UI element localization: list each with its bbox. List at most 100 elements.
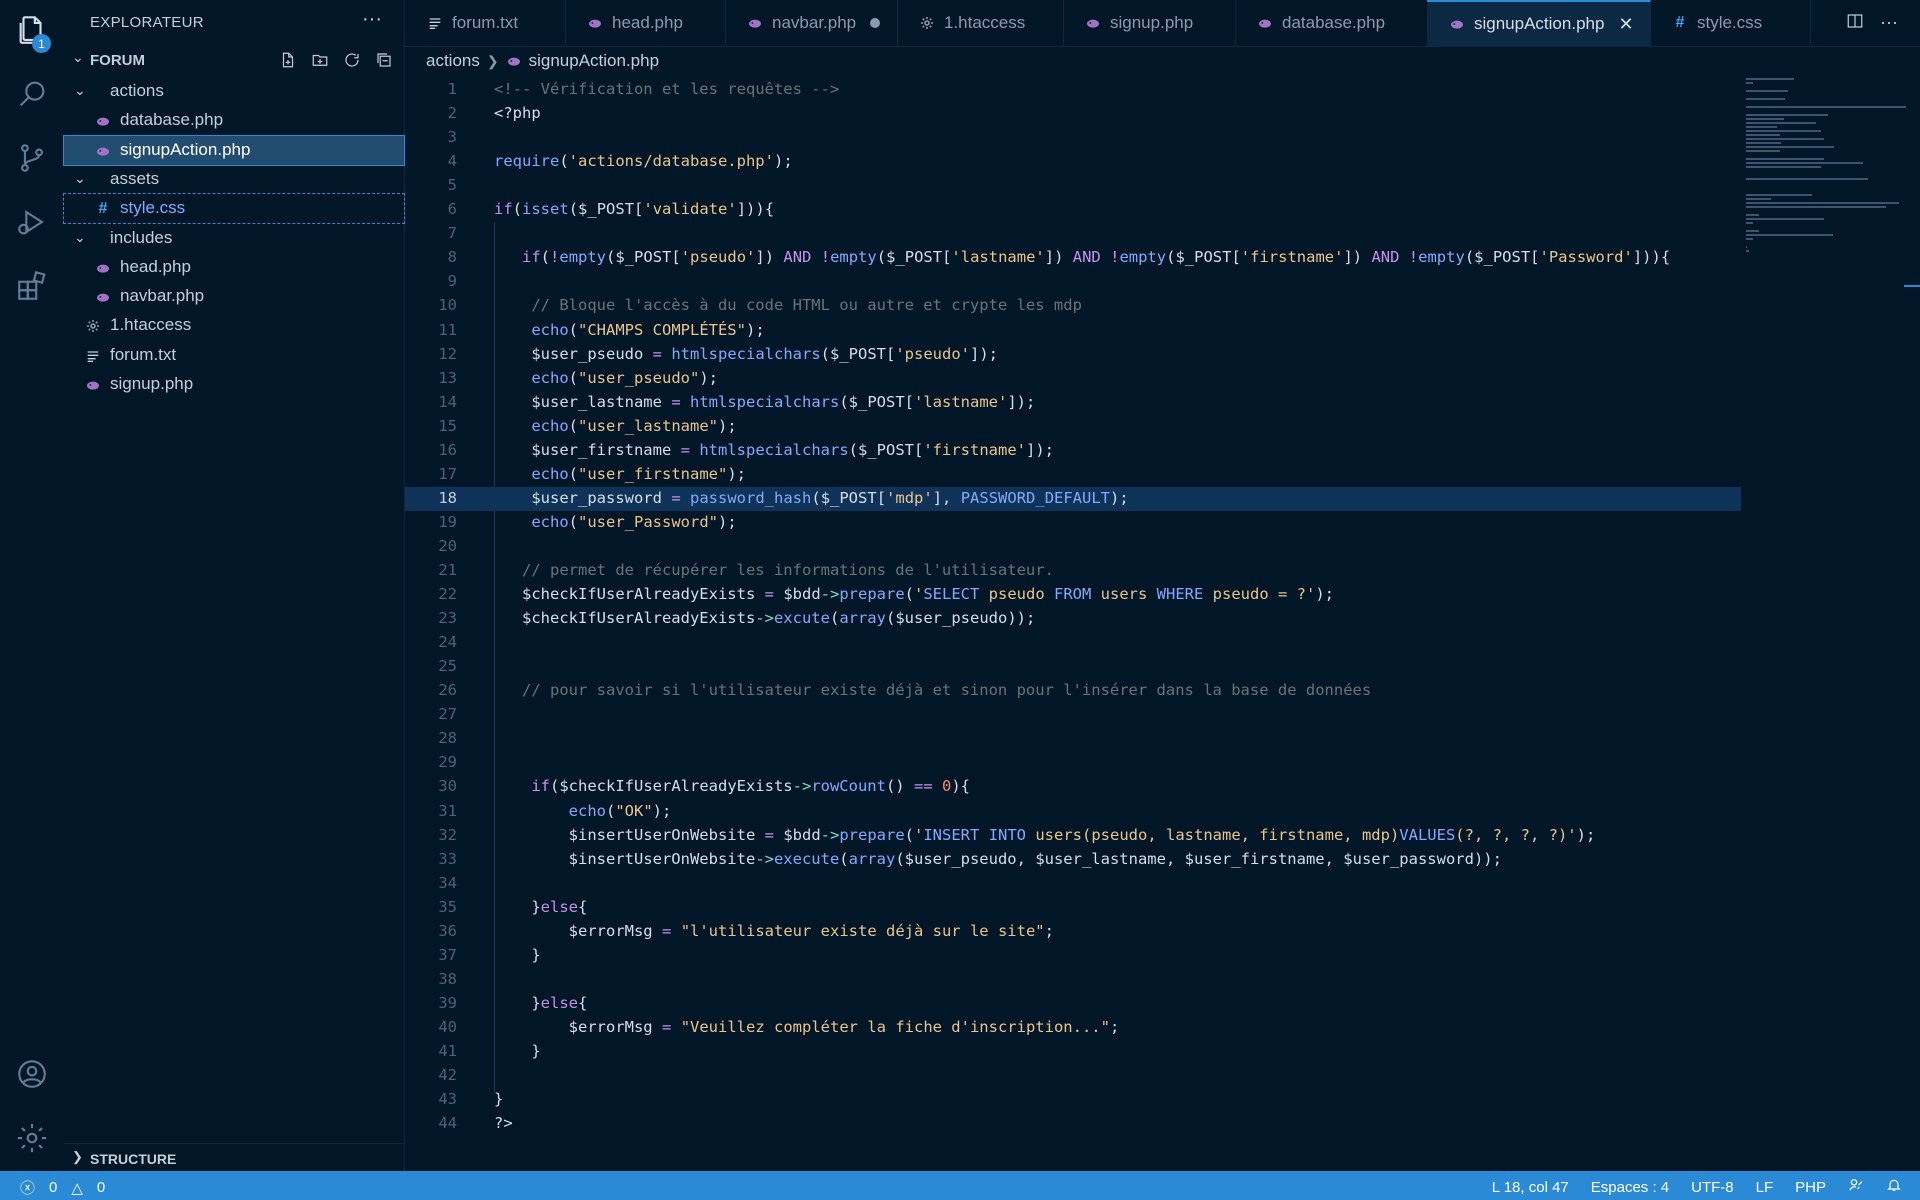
end-of-line[interactable]: LF: [1756, 1179, 1774, 1196]
close-icon[interactable]: ✕: [1618, 14, 1633, 35]
tree-file[interactable]: 1.htaccess: [64, 311, 404, 340]
code-text: $user_password = password_hash($_POST['m…: [531, 488, 1129, 507]
code-line[interactable]: 26 // pour savoir si l'utilisateur exist…: [405, 679, 1741, 703]
code-line[interactable]: 8 if(!empty($_POST['pseudo']) AND !empty…: [405, 246, 1741, 270]
tab-navbar-php[interactable]: navbar.php: [725, 0, 898, 46]
code-line[interactable]: 25: [405, 655, 1741, 679]
search-icon[interactable]: [14, 76, 50, 112]
settings-gear-icon[interactable]: [14, 1120, 50, 1156]
code-line[interactable]: 6 if(isset($_POST['validate'])){: [405, 198, 1741, 222]
account-icon[interactable]: [14, 1056, 50, 1092]
tree-file[interactable]: forum.txt: [64, 341, 404, 370]
code-line[interactable]: 38: [405, 968, 1741, 992]
code-line[interactable]: 17 echo("user_firstname");: [405, 463, 1741, 487]
tab-style-css[interactable]: # style.css: [1650, 0, 1811, 46]
tab-database-php[interactable]: database.php: [1235, 0, 1428, 46]
split-editor-icon[interactable]: [1846, 12, 1864, 35]
encoding[interactable]: UTF-8: [1691, 1179, 1734, 1196]
collapse-all-icon[interactable]: [374, 50, 394, 70]
minimap-line: [1746, 166, 1822, 168]
code-line[interactable]: 14 $user_lastname = htmlspecialchars($_P…: [405, 391, 1741, 415]
code-line[interactable]: 13 echo("user_pseudo");: [405, 367, 1741, 391]
tree-file[interactable]: signup.php: [64, 370, 404, 399]
code-editor[interactable]: 1 <!-- Vérification et les requêtes --> 2 <…: [405, 78, 1920, 1171]
code-line[interactable]: 42: [405, 1064, 1741, 1088]
code-line[interactable]: 30 if($checkIfUserAlreadyExists->rowCoun…: [405, 775, 1741, 799]
minimap-line: [1746, 198, 1771, 200]
more-actions-icon[interactable]: ···: [1880, 12, 1898, 35]
tree-file[interactable]: navbar.php: [64, 282, 404, 311]
code-line[interactable]: 27: [405, 703, 1741, 727]
code-line[interactable]: 23 $checkIfUserAlreadyExists->excute(arr…: [405, 607, 1741, 631]
code-line[interactable]: 20: [405, 535, 1741, 559]
tab-forum-txt[interactable]: forum.txt: [405, 0, 566, 46]
code-line[interactable]: 12 $user_pseudo = htmlspecialchars($_POS…: [405, 343, 1741, 367]
modified-dot-icon[interactable]: [870, 18, 881, 28]
code-line[interactable]: 33 $insertUserOnWebsite->execute(array($…: [405, 848, 1741, 872]
code-line[interactable]: 39 }else{: [405, 992, 1741, 1016]
feedback-icon[interactable]: [1848, 1177, 1864, 1197]
code-line[interactable]: 44 ?>: [405, 1112, 1741, 1136]
code-line[interactable]: 3: [405, 126, 1741, 150]
indentation[interactable]: Espaces : 4: [1591, 1179, 1669, 1196]
code-line[interactable]: 19 echo("user_Password");: [405, 511, 1741, 535]
code-line[interactable]: 28: [405, 727, 1741, 751]
tab-label: signup.php: [1110, 13, 1194, 32]
run-debug-icon[interactable]: [14, 204, 50, 240]
code-line[interactable]: 36 $errorMsg = "l'utilisateur existe déj…: [405, 920, 1741, 944]
refresh-icon[interactable]: [342, 50, 362, 70]
line-number: 14: [438, 392, 457, 411]
code-line[interactable]: 11 echo("CHAMPS COMPLÉTÉS");: [405, 319, 1741, 343]
code-line[interactable]: 34: [405, 872, 1741, 896]
tree-file[interactable]: database.php: [64, 106, 404, 135]
more-actions-icon[interactable]: ···: [362, 8, 382, 31]
code-line[interactable]: 15 echo("user_lastname");: [405, 415, 1741, 439]
new-folder-icon[interactable]: [310, 50, 330, 70]
problems-indicator[interactable]: ⓧ 0 △ 0: [20, 1177, 105, 1198]
code-line[interactable]: 10 // Bloque l'accès à du code HTML ou a…: [405, 294, 1741, 318]
tree-folder[interactable]: ⌄ actions: [64, 77, 404, 106]
extensions-icon[interactable]: [14, 268, 50, 304]
code-line[interactable]: 4 require('actions/database.php');: [405, 150, 1741, 174]
source-control-icon[interactable]: [14, 140, 50, 176]
cursor-position[interactable]: L 18, col 47: [1492, 1179, 1569, 1196]
code-line[interactable]: 16 $user_firstname = htmlspecialchars($_…: [405, 439, 1741, 463]
code-line[interactable]: 37 }: [405, 944, 1741, 968]
code-line[interactable]: 1 <!-- Vérification et les requêtes -->: [405, 78, 1741, 102]
code-line[interactable]: 5: [405, 174, 1741, 198]
code-line[interactable]: 7: [405, 222, 1741, 246]
tab-signupaction-php[interactable]: signupAction.php ✕: [1427, 0, 1651, 46]
tab-head-php[interactable]: head.php: [565, 0, 726, 46]
code-line[interactable]: 29: [405, 751, 1741, 775]
code-line[interactable]: 43}: [405, 1088, 1741, 1112]
breadcrumb-file[interactable]: signupAction.php: [529, 51, 659, 71]
breadcrumb-folder[interactable]: actions: [426, 51, 480, 71]
language-mode[interactable]: PHP: [1795, 1179, 1826, 1196]
structure-section[interactable]: ❯ STRUCTURE: [64, 1143, 404, 1172]
code-line[interactable]: 40 $errorMsg = "Veuillez compléter la fi…: [405, 1016, 1741, 1040]
tab-signup-php[interactable]: signup.php: [1063, 0, 1236, 46]
code-line[interactable]: 21 // permet de récupérer les informatio…: [405, 559, 1741, 583]
code-line[interactable]: 18 $user_password = password_hash($_POST…: [405, 486, 1741, 511]
code-line[interactable]: 22 $checkIfUserAlreadyExists = $bdd->pre…: [405, 583, 1741, 607]
tree-folder[interactable]: ⌄ includes: [64, 224, 404, 253]
tree-file[interactable]: # style.css: [63, 193, 405, 225]
new-file-icon[interactable]: [278, 50, 298, 70]
tree-file[interactable]: signupAction.php: [63, 134, 405, 166]
code-line[interactable]: 2 <?php: [405, 102, 1741, 126]
notifications-bell-icon[interactable]: [1886, 1177, 1902, 1197]
scrollbar-marker[interactable]: [1904, 285, 1920, 287]
code-line[interactable]: 31 echo("OK");: [405, 800, 1741, 824]
tree-folder[interactable]: ⌄ assets: [64, 165, 404, 194]
code-line[interactable]: 41 }: [405, 1040, 1741, 1064]
breadcrumb: actions ❯ signupAction.php: [426, 51, 659, 71]
code-line[interactable]: 35 }else{: [405, 896, 1741, 920]
code-line[interactable]: 32 $insertUserOnWebsite = $bdd->prepare(…: [405, 824, 1741, 848]
tree-file[interactable]: head.php: [64, 253, 404, 282]
code-line[interactable]: 24: [405, 631, 1741, 655]
code-line[interactable]: 9: [405, 270, 1741, 294]
minimap-line: [1746, 122, 1817, 124]
gear-icon: [919, 15, 935, 31]
minimap[interactable]: [1746, 78, 1906, 252]
tab-1-htaccess[interactable]: 1.htaccess: [897, 0, 1064, 46]
